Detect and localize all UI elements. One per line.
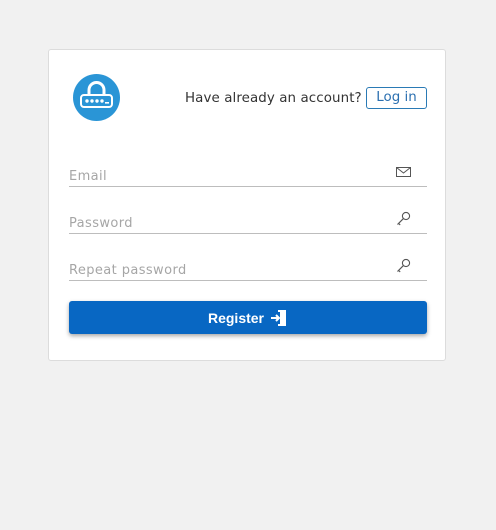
- register-button[interactable]: Register: [69, 301, 427, 334]
- password-field[interactable]: [69, 209, 427, 234]
- padlock-logo-icon: [73, 74, 120, 121]
- password-input[interactable]: [69, 213, 389, 233]
- email-input[interactable]: [69, 166, 389, 186]
- log-in-button[interactable]: Log in: [366, 87, 427, 109]
- email-field[interactable]: [69, 162, 427, 187]
- repeat-password-input[interactable]: [69, 260, 389, 280]
- sign-in-icon: [270, 309, 288, 327]
- register-button-label: Register: [207, 309, 265, 326]
- envelope-icon: [395, 164, 413, 180]
- key-icon: [395, 258, 413, 274]
- repeat-password-field[interactable]: [69, 256, 427, 281]
- login-prompt-text: Have already an account?: [185, 91, 362, 106]
- register-card: Have already an account? Log in Email Re…: [48, 49, 446, 361]
- key-icon: [395, 211, 413, 227]
